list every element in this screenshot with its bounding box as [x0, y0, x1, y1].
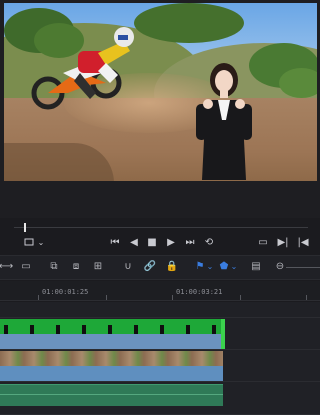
ruler-tick — [306, 295, 307, 300]
zoom-slider[interactable] — [286, 267, 320, 268]
clip-thumbnails — [0, 351, 223, 366]
tree — [134, 3, 244, 43]
mark-icon[interactable]: ▭ — [256, 236, 270, 250]
motocross-rider — [31, 27, 134, 110]
chevron-down-icon[interactable]: ⌄ — [226, 260, 242, 274]
ruler-tick — [106, 295, 107, 300]
clip-body — [0, 366, 223, 381]
timecode-label: 01:00:03:21 — [176, 288, 223, 296]
green-screen-clip[interactable] — [0, 319, 225, 349]
step-back-icon[interactable]: ◀ — [127, 236, 141, 250]
play-icon[interactable]: ▶ — [164, 236, 178, 250]
next-clip-icon[interactable]: ▶| — [276, 236, 290, 250]
zoom-icon[interactable]: ▤ — [248, 260, 264, 274]
snap-icon[interactable]: ∪ — [120, 260, 136, 274]
ruler-tick — [172, 295, 173, 300]
audio-waveform — [0, 394, 223, 395]
stop-icon[interactable]: ■ — [145, 236, 159, 250]
video-frame — [4, 3, 317, 181]
lock-icon[interactable]: 🔒 — [164, 260, 180, 274]
overwrite-icon[interactable]: ⧈ — [68, 260, 84, 274]
audio-clip[interactable] — [0, 384, 223, 406]
presenter-person — [196, 63, 252, 180]
empty-track — [0, 302, 320, 318]
timecode-label: 01:00:01:25 — [42, 288, 89, 296]
clip-thumbnail-strip — [4, 325, 216, 334]
scrub-bar[interactable] — [14, 227, 308, 228]
skip-start-icon[interactable]: ⏮ — [108, 236, 122, 250]
link-icon[interactable]: 🔗 — [142, 260, 158, 274]
viewer-playhead[interactable] — [24, 223, 26, 232]
ruler-tick — [240, 295, 241, 300]
skip-end-icon[interactable]: ⏭ — [183, 236, 197, 250]
background-clip[interactable] — [0, 351, 223, 381]
trim-icon[interactable]: ⟷ — [0, 260, 14, 274]
chevron-down-icon[interactable]: ⌄ — [34, 236, 48, 250]
ruler-tick — [38, 295, 39, 300]
bush — [279, 68, 317, 98]
clip-body — [0, 334, 223, 349]
replace-icon[interactable]: ⊞ — [90, 260, 106, 274]
prev-clip-icon[interactable]: |◀ — [296, 236, 310, 250]
insert-icon[interactable]: ⧉ — [46, 260, 62, 274]
blade-icon[interactable]: ▭ — [18, 260, 34, 274]
loop-icon[interactable]: ⟲ — [202, 236, 216, 250]
